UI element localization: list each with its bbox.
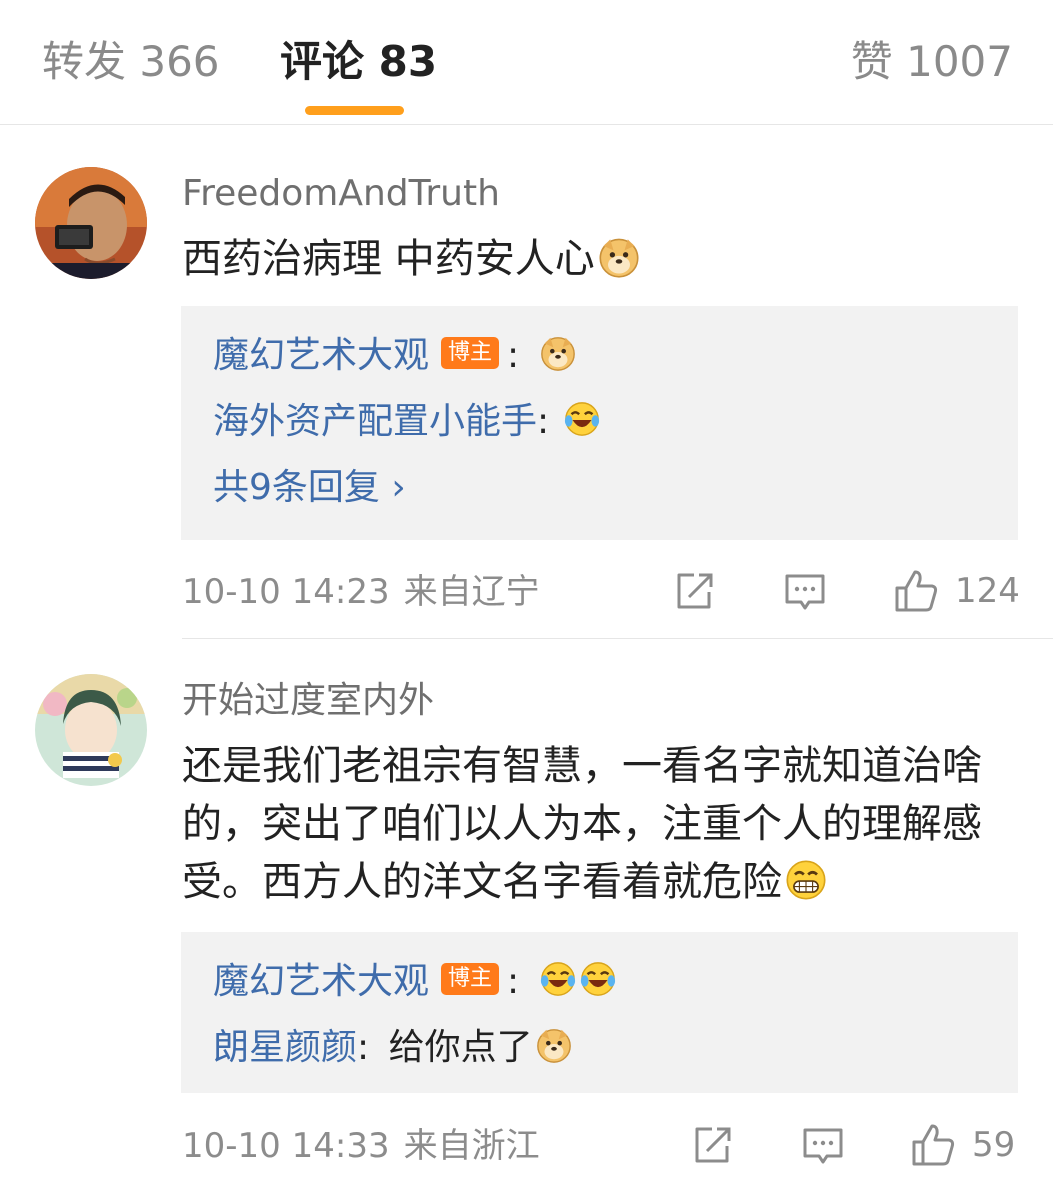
comment-button[interactable] (783, 570, 827, 614)
active-tab-indicator (305, 106, 404, 115)
reply-separator: : (507, 335, 520, 376)
laugh-cry-emoji (563, 400, 601, 438)
comment-time: 10-10 14:23 (182, 572, 390, 612)
doge-emoji (535, 1026, 573, 1064)
reply-separator: : (537, 401, 550, 442)
like-count: 124 (955, 571, 1020, 611)
reply-box[interactable]: 魔幻艺术大观 博主: 朗星颜颜: 给你点了 (181, 932, 1018, 1093)
like-button[interactable]: 59 (910, 1122, 1015, 1168)
comment-icon (803, 1128, 843, 1164)
comment-button[interactable] (801, 1124, 845, 1168)
comment-time: 10-10 14:33 (182, 1126, 390, 1166)
reply-item[interactable]: 魔幻艺术大观 博主: (213, 958, 617, 1006)
more-replies-link[interactable]: 共9条回复 › (213, 464, 406, 512)
thumbs-up-icon (895, 570, 938, 612)
reply-author[interactable]: 魔幻艺术大观 (213, 335, 429, 376)
author-badge: 博主 (441, 337, 500, 369)
grin-emoji (784, 858, 828, 902)
reply-item[interactable]: 魔幻艺术大观 博主: (213, 332, 577, 380)
comment-text: 还是我们老祖宗有智慧，一看名字就知道治啥的，突出了咱们以人为本，注重个人的理解感… (182, 737, 1017, 911)
comment-text-body: 还是我们老祖宗有智慧，一看名字就知道治啥的，突出了咱们以人为本，注重个人的理解感… (182, 743, 982, 905)
repost-icon (695, 1127, 731, 1163)
avatar[interactable] (35, 674, 147, 786)
repost-icon (677, 573, 713, 609)
comment-text: 西药治病理 中药安人心 (182, 230, 1017, 288)
comment-username[interactable]: 开始过度室内外 (182, 677, 434, 725)
thumbs-up-icon (912, 1124, 955, 1166)
comment-divider (182, 638, 1053, 639)
reply-separator: : (507, 961, 520, 1002)
repost-button[interactable] (690, 1124, 734, 1168)
reply-author[interactable]: 朗星颜颜 (213, 1027, 357, 1068)
doge-emoji (539, 334, 577, 372)
reply-item[interactable]: 海外资产配置小能手: (213, 398, 601, 446)
tab-repost[interactable]: 转发 366 (42, 34, 220, 90)
comment-meta: 10-10 14:33 来自浙江 (182, 1124, 540, 1168)
reply-box[interactable]: 魔幻艺术大观 博主: 海外资产配置小能手: 共9条回复 › (181, 306, 1018, 540)
tab-likes[interactable]: 赞 1007 (851, 34, 1013, 90)
comment-icon (785, 574, 825, 610)
reply-author[interactable]: 魔幻艺术大观 (213, 961, 429, 1002)
reply-item[interactable]: 朗星颜颜: 给你点了 (213, 1024, 573, 1072)
comment-username[interactable]: FreedomAndTruth (182, 170, 500, 218)
doge-emoji (597, 235, 641, 279)
comment-location: 来自浙江 (403, 1126, 540, 1166)
repost-button[interactable] (672, 570, 716, 614)
comment-text-body: 西药治病理 中药安人心 (182, 236, 595, 282)
reply-separator: : (357, 1027, 370, 1068)
avatar[interactable] (35, 167, 147, 279)
tab-comments[interactable]: 评论 83 (280, 34, 437, 90)
comment-location: 来自辽宁 (403, 572, 540, 612)
reply-text: 给你点了 (388, 1027, 533, 1068)
like-count: 59 (972, 1125, 1016, 1165)
laugh-cry-emoji (539, 960, 577, 998)
tab-bar: 转发 366 评论 83 赞 1007 (0, 0, 1053, 125)
laugh-cry-emoji (579, 960, 617, 998)
reply-author[interactable]: 海外资产配置小能手 (213, 401, 537, 442)
like-button[interactable]: 124 (893, 568, 1020, 614)
author-badge: 博主 (441, 963, 500, 995)
comment-meta: 10-10 14:23 来自辽宁 (182, 570, 540, 614)
